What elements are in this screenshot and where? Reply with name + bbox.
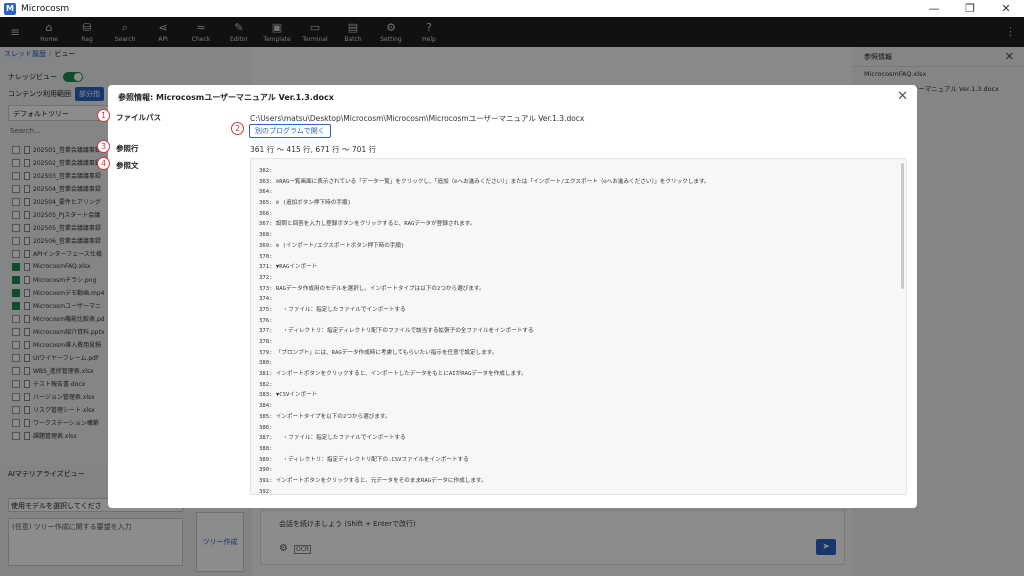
reference-info-dialog: 参照情報: Microcosmユーザーマニュアル Ver.1.3.docx ✕ … [97, 85, 917, 508]
reference-line: 391: インポートボタンをクリックすると、元データをそのままRAGデータに作成… [259, 477, 487, 484]
reference-line: 380: [259, 360, 273, 367]
reference-line: 362: [259, 168, 273, 174]
reference-line: 371: ▼RAGインポート [259, 264, 318, 271]
reference-line: 390: [259, 467, 273, 474]
reference-line: 368: [259, 232, 273, 239]
app-logo-icon: M [4, 2, 16, 15]
reference-line: 376: [259, 317, 273, 324]
dialog-title: 参照情報: Microcosmユーザーマニュアル Ver.1.3.docx [118, 93, 334, 102]
close-window-button[interactable]: ✕ [988, 0, 1024, 17]
reference-line: 367: 設問と回答を入力し登録ボタンをクリックすると、RAGデータが登録されま… [259, 221, 476, 228]
reference-line: 372: [259, 274, 273, 281]
reference-line: 363: ⊘RAG一覧画面に表示されている「データ一覧」をクリックし、「追加（⊘… [259, 178, 710, 185]
reference-line: 374: [259, 296, 273, 303]
file-path-label: ファイルパス [116, 113, 161, 122]
marker-4: 4 [97, 157, 110, 170]
ref-text-label: 参照文 [116, 161, 139, 170]
reference-line: 386: [259, 424, 273, 431]
file-path-value: C:\Users\matsu\Desktop\Microcosm\Microco… [250, 114, 585, 123]
reference-line: 365: ⊘ (追加ボタン押下時の手順) [259, 200, 351, 207]
title-bar: M Microcosm — ❐ ✕ [0, 0, 1024, 17]
minimize-button[interactable]: — [916, 0, 952, 17]
reference-line: 366: [259, 210, 273, 217]
reference-line: 377: ・ディレクトリ：指定ディレクトリ配下のファイルで該当する拡張子の全ファ… [259, 328, 534, 335]
maximize-button[interactable]: ❐ [952, 0, 988, 17]
reference-line: 382: [259, 381, 273, 388]
ref-lines-value: 361 行 〜 415 行, 671 行 〜 701 行 [250, 145, 377, 154]
reference-line: 379: 「プロンプト」には、RAGデータ作成時に考慮してもらいたい指示を任意で… [259, 349, 498, 356]
reference-line: 385: インポートタイプを以下の2つから選びます。 [259, 413, 391, 420]
window-controls: — ❐ ✕ [916, 0, 1024, 17]
reference-line: 387: ・ファイル：指定したファイルでインポートする [259, 435, 406, 442]
reference-line: 384: [259, 403, 273, 410]
reference-text-box[interactable]: 362: 363: ⊘RAG一覧画面に表示されている「データ一覧」をクリックし、「… [250, 158, 907, 495]
reference-line: 375: ・ファイル：指定したファイルでインポートする [259, 306, 406, 313]
reference-line: 364: [259, 189, 273, 196]
reference-line: 383: ▼CSVインポート [259, 392, 318, 399]
reference-line: 378: [259, 339, 273, 345]
app-title: Microcosm [21, 3, 70, 14]
reference-line: 389: ・ディレクトリ：指定ディレクトリ配下の.CSVファイルをインポートする [259, 456, 469, 463]
reference-line: 370: [259, 253, 273, 260]
reference-line: 373: RAGデータ作成用のモデルを選択し、インポートタイプは以下の2つから選… [259, 285, 485, 292]
reference-line: 388: [259, 445, 273, 452]
marker-2: 2 [231, 122, 244, 135]
marker-1: 1 [97, 109, 110, 122]
open-with-program-button[interactable]: 別のプログラムで開く [249, 124, 331, 138]
scrollbar[interactable] [901, 163, 904, 289]
reference-line: 392: [259, 488, 273, 495]
marker-3: 3 [97, 140, 110, 153]
reference-line: 369: ⊘ (インポート/エクスポートボタン押下時の手順) [259, 242, 405, 249]
reference-text: 362: 363: ⊘RAG一覧画面に表示されている「データ一覧」をクリックし、「… [251, 159, 906, 495]
dialog-close-icon[interactable]: ✕ [897, 89, 908, 104]
ref-lines-label: 参照行 [116, 144, 139, 153]
reference-line: 381: インポートボタンをクリックすると、インポートしたデータをもとにAIがR… [259, 371, 527, 378]
